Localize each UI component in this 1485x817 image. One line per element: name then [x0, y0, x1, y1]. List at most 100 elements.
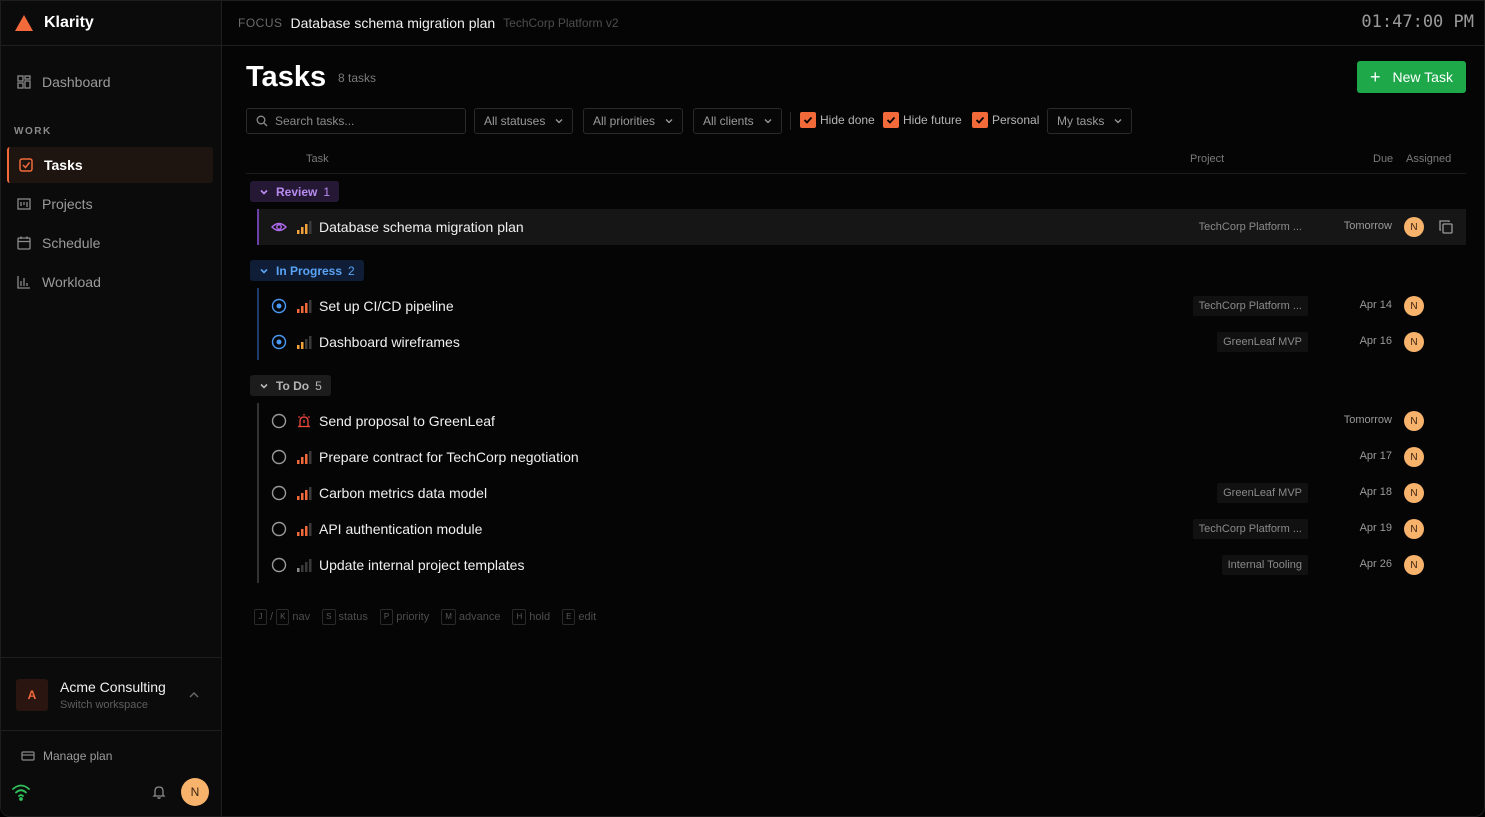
task-project[interactable]: GreenLeaf MVP: [1217, 332, 1308, 352]
priority-medium-icon[interactable]: [296, 219, 312, 235]
shortcut-nav: J / K nav: [254, 609, 310, 625]
assignee-avatar[interactable]: N: [1404, 483, 1424, 503]
workspace-name: Acme Consulting: [60, 679, 166, 695]
todo-status-icon[interactable]: [271, 557, 287, 573]
task-row[interactable]: Prepare contract for TechCorp negotiatio…: [259, 439, 1466, 475]
projects-icon: [17, 198, 31, 210]
search-box[interactable]: [246, 108, 466, 134]
column-header-due[interactable]: Due: [1373, 153, 1393, 165]
task-due[interactable]: Apr 18: [1360, 486, 1392, 498]
kbd-j: J: [254, 609, 267, 625]
copy-icon[interactable]: [1438, 219, 1454, 235]
task-due[interactable]: Tomorrow: [1344, 220, 1392, 232]
in-progress-status-icon[interactable]: [271, 298, 287, 314]
task-title[interactable]: Set up CI/CD pipeline: [319, 298, 454, 314]
group-name: In Progress: [276, 263, 343, 278]
task-project[interactable]: TechCorp Platform ...: [1192, 519, 1308, 539]
priority-high-icon[interactable]: [296, 449, 312, 465]
task-due[interactable]: Apr 14: [1360, 299, 1392, 311]
task-title[interactable]: Dashboard wireframes: [319, 334, 460, 350]
assignee-avatar[interactable]: N: [1404, 447, 1424, 467]
sidebar-item-tasks[interactable]: Tasks: [7, 147, 213, 183]
workspace-switcher[interactable]: A Acme Consulting Switch workspace: [1, 657, 221, 731]
dashboard-icon: [17, 75, 31, 89]
priority-low-icon[interactable]: [296, 557, 312, 573]
column-header-assigned[interactable]: Assigned: [1406, 153, 1451, 165]
status-filter-dropdown[interactable]: All statuses: [474, 108, 574, 134]
task-due[interactable]: Apr 16: [1360, 335, 1392, 347]
focus-task-title[interactable]: Database schema migration plan: [291, 15, 496, 31]
todo-status-icon[interactable]: [271, 413, 287, 429]
checkbox-icon: [19, 158, 33, 172]
assignee-avatar[interactable]: N: [1404, 555, 1424, 575]
new-task-button[interactable]: + New Task: [1357, 61, 1466, 93]
task-due[interactable]: Apr 17: [1360, 450, 1392, 462]
kbd-s: S: [322, 609, 336, 625]
group-header-review[interactable]: Review 1: [250, 181, 340, 202]
eye-icon[interactable]: [271, 219, 287, 235]
task-row[interactable]: API authentication module TechCorp Platf…: [259, 511, 1466, 547]
sidebar-item-projects[interactable]: Projects: [7, 186, 213, 222]
group-header-in-progress[interactable]: In Progress 2: [250, 260, 364, 281]
sidebar-item-schedule[interactable]: Schedule: [7, 225, 213, 261]
brand[interactable]: Klarity: [1, 1, 221, 46]
task-row[interactable]: Database schema migration plan TechCorp …: [259, 209, 1466, 245]
hide-future-checkbox[interactable]: Hide future: [883, 112, 962, 128]
bell-icon[interactable]: [151, 784, 167, 800]
section-label-work: WORK: [14, 126, 52, 137]
column-header-project[interactable]: Project: [1190, 153, 1224, 165]
task-title[interactable]: Database schema migration plan: [319, 219, 524, 235]
shortcut-advance: M advance: [441, 609, 500, 625]
task-due[interactable]: Apr 26: [1360, 558, 1392, 570]
task-project[interactable]: TechCorp Platform ...: [1192, 296, 1308, 316]
credit-card-icon: [21, 751, 35, 761]
kbd-p: P: [379, 609, 394, 625]
task-title[interactable]: Update internal project templates: [319, 557, 524, 573]
assignee-avatar[interactable]: N: [1404, 217, 1424, 237]
assignee-avatar[interactable]: N: [1404, 519, 1424, 539]
task-title[interactable]: Carbon metrics data model: [319, 485, 487, 501]
filter-divider: [790, 112, 791, 130]
group-header-to-do[interactable]: To Do 5: [250, 375, 331, 396]
in-progress-status-icon[interactable]: [271, 334, 287, 350]
task-due[interactable]: Tomorrow: [1344, 414, 1392, 426]
checkmark-icon: [972, 112, 988, 128]
priority-filter-dropdown[interactable]: All priorities: [583, 108, 684, 134]
assignee-filter-dropdown[interactable]: My tasks: [1047, 108, 1133, 134]
todo-status-icon[interactable]: [271, 449, 287, 465]
priority-urgent-icon[interactable]: [296, 413, 312, 429]
task-row[interactable]: Send proposal to GreenLeaf Tomorrow N: [259, 403, 1466, 439]
assignee-avatar[interactable]: N: [1404, 332, 1424, 352]
todo-status-icon[interactable]: [271, 485, 287, 501]
priority-high-icon[interactable]: [296, 298, 312, 314]
task-row[interactable]: Set up CI/CD pipeline TechCorp Platform …: [259, 288, 1466, 324]
task-project[interactable]: Internal Tooling: [1221, 555, 1308, 575]
task-row[interactable]: Carbon metrics data model GreenLeaf MVP …: [259, 475, 1466, 511]
sidebar-item-workload[interactable]: Workload: [7, 264, 213, 300]
hide-done-checkbox[interactable]: Hide done: [800, 112, 875, 128]
task-title[interactable]: API authentication module: [319, 521, 482, 537]
task-row[interactable]: Dashboard wireframes GreenLeaf MVP Apr 1…: [259, 324, 1466, 360]
personal-checkbox[interactable]: Personal: [972, 112, 1039, 128]
priority-high-icon[interactable]: [296, 521, 312, 537]
sidebar-item-label: Workload: [42, 274, 101, 290]
assignee-avatar[interactable]: N: [1404, 296, 1424, 316]
sidebar-item-dashboard[interactable]: Dashboard: [7, 64, 213, 100]
priority-medium-icon[interactable]: [296, 334, 312, 350]
column-header-task[interactable]: Task: [306, 153, 329, 165]
chevron-down-icon: [1114, 119, 1122, 124]
task-title[interactable]: Prepare contract for TechCorp negotiatio…: [319, 449, 579, 465]
priority-high-icon[interactable]: [296, 485, 312, 501]
task-due[interactable]: Apr 19: [1360, 522, 1392, 534]
task-row[interactable]: Update internal project templates Intern…: [259, 547, 1466, 583]
clients-filter-dropdown[interactable]: All clients: [693, 108, 782, 134]
task-project[interactable]: GreenLeaf MVP: [1217, 483, 1308, 503]
todo-status-icon[interactable]: [271, 521, 287, 537]
manage-plan-link[interactable]: Manage plan: [21, 749, 112, 763]
user-avatar[interactable]: N: [181, 778, 209, 806]
task-project[interactable]: TechCorp Platform ...: [1193, 217, 1308, 237]
shortcut-label: hold: [529, 611, 551, 623]
assignee-avatar[interactable]: N: [1404, 411, 1424, 431]
task-title[interactable]: Send proposal to GreenLeaf: [319, 413, 495, 429]
search-input[interactable]: [275, 114, 455, 128]
